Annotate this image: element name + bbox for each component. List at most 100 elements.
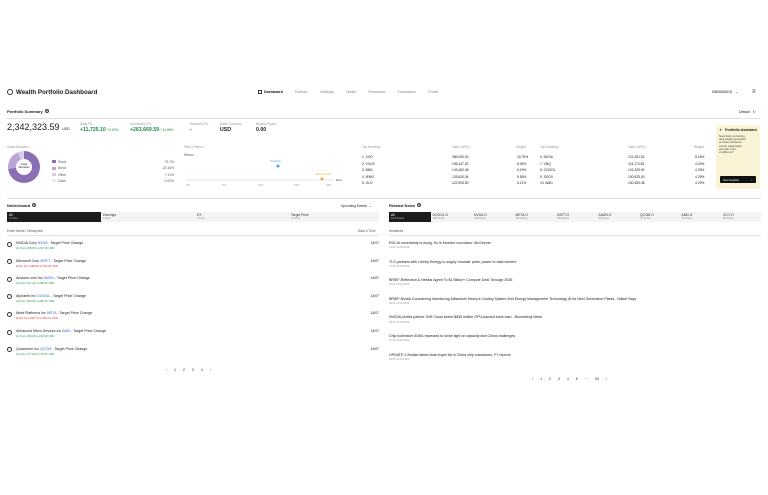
benchmark-point[interactable] bbox=[320, 177, 324, 181]
tab-ex[interactable]: EX 4 items bbox=[195, 212, 289, 222]
page-number[interactable]: 2 bbox=[183, 368, 185, 372]
user-menu[interactable]: 0583083615 ⌄ bbox=[712, 90, 738, 94]
tab-earnings[interactable]: Earnings 0 items bbox=[101, 212, 195, 222]
legend-swatch bbox=[52, 179, 56, 183]
tab-count: 58 Stories bbox=[723, 216, 734, 220]
notice-detail: Up from 208.00 to 237.16 USD bbox=[16, 246, 55, 250]
news-item[interactable]: UPDATE 2-Nvidia halves Asia buyer list i… bbox=[389, 353, 761, 361]
allocation-row: Other 7.11% bbox=[52, 173, 174, 177]
notice-ticker[interactable]: META bbox=[47, 311, 57, 315]
page-number[interactable]: 3 bbox=[192, 368, 194, 372]
nav-holdings[interactable]: Holdings bbox=[320, 90, 334, 94]
tab-count: 140 Stories bbox=[515, 216, 528, 220]
holding-value: 101,329.94 bbox=[628, 168, 645, 173]
tab-nvda-o[interactable]: NVDA.O 148 Stories bbox=[472, 212, 514, 222]
page-number[interactable]: 4 bbox=[567, 377, 569, 381]
nav-portfolio[interactable]: Portfolio bbox=[295, 90, 308, 94]
news-headline: BRIEF-Reflection & Nebius Agree To $1 Bi… bbox=[389, 278, 513, 283]
notice-item[interactable]: Qualcomm Inc QCOM - Target Price Change U… bbox=[7, 347, 379, 359]
nav-profile[interactable]: Profile bbox=[428, 90, 438, 94]
notice-ticker[interactable]: NVDA bbox=[38, 241, 48, 245]
holding-name[interactable]: 9. SGOV bbox=[540, 175, 553, 179]
nav-transaction[interactable]: Transaction bbox=[398, 90, 417, 94]
holding-name[interactable]: 3. BND bbox=[362, 168, 373, 172]
page-number[interactable]: 2 bbox=[549, 377, 551, 381]
prev-page-icon[interactable]: ‹ bbox=[166, 368, 167, 372]
notice-ticker[interactable]: GOOGL bbox=[37, 294, 50, 298]
holding-name[interactable]: 10. AMD bbox=[540, 181, 553, 185]
news-item[interactable]: ROI-AI uncertainty is rising. So is inve… bbox=[389, 241, 761, 249]
holding-name[interactable]: 2. VXUS bbox=[362, 162, 375, 166]
page-number[interactable]: 4 bbox=[201, 368, 203, 372]
notice-item[interactable]: Amazon.com Inc AMZN - Target Price Chang… bbox=[7, 276, 379, 288]
help-icon[interactable]: ? bbox=[44, 109, 49, 113]
notice-item[interactable]: Alphabet Inc GOOGL - Target Price Change… bbox=[7, 294, 379, 306]
notice-item[interactable]: Meta Platforms Inc META - Target Price C… bbox=[7, 311, 379, 323]
holding-name[interactable]: 8. GOOGL bbox=[540, 168, 556, 172]
holding-name[interactable]: 6. NVDA bbox=[540, 155, 553, 159]
holding-weight: 5.55% bbox=[517, 174, 527, 179]
news-item[interactable]: NVIDIA-Nvidia partner GMI Cloud seeks $8… bbox=[389, 315, 761, 323]
help-icon[interactable]: ? bbox=[32, 203, 37, 207]
page-number[interactable]: ··· bbox=[585, 377, 588, 381]
nav-health[interactable]: Health bbox=[346, 90, 356, 94]
noticeboard-title: Noticeboard ? bbox=[7, 203, 37, 208]
tab-target-price[interactable]: Target Price 14 items bbox=[289, 212, 379, 222]
holding-name[interactable]: 7. VNQ bbox=[540, 162, 551, 166]
holding-name[interactable]: 5. GLD bbox=[362, 181, 372, 185]
notice-item[interactable]: Microsoft Corp MSFT - Target Price Chang… bbox=[7, 259, 379, 271]
news-item[interactable]: TLS partners with Liberty Energy to supp… bbox=[389, 260, 761, 268]
tab-count: 89 Stories bbox=[598, 216, 610, 220]
risk-tick: 15% bbox=[294, 183, 300, 187]
main-nav: Dashboard Portfolio Holdings Health Reba… bbox=[258, 90, 438, 94]
notice-ticker[interactable]: MSFT bbox=[40, 259, 50, 263]
tab-qcom-o[interactable]: QCOM.O 77 Stories bbox=[638, 212, 680, 222]
holding-value: 121,351.52 bbox=[628, 155, 645, 159]
brand[interactable]: Wealth Portfolio Dashboard bbox=[7, 89, 97, 96]
tab-icct-o[interactable]: ICCT.O 58 Stories bbox=[721, 212, 761, 222]
tab-all[interactable]: All 17 items bbox=[7, 212, 101, 222]
tab-all[interactable]: All 1184 Stories bbox=[389, 212, 431, 222]
portfolio-point-label: Portfolio bbox=[270, 159, 281, 163]
tab-msft-o[interactable]: MSFT.O 140 Stories bbox=[555, 212, 597, 222]
page-number[interactable]: 5 bbox=[576, 377, 578, 381]
related-news-title-text: Related News bbox=[389, 203, 416, 208]
notice-detail: Up from 203.23 to 265.10 USD bbox=[16, 298, 55, 303]
tab-meta-o[interactable]: META.O 140 Stories bbox=[514, 212, 556, 222]
events-filter-dropdown[interactable]: Upcoming Events ⌄ bbox=[341, 204, 372, 208]
help-icon[interactable]: ? bbox=[417, 203, 422, 207]
hamburger-icon[interactable]: ≡ bbox=[752, 89, 756, 95]
prev-page-icon[interactable]: ‹ bbox=[532, 377, 533, 381]
news-item[interactable]: BRIEF-Reflection & Nebius Agree To $1 Bi… bbox=[389, 278, 761, 286]
next-page-icon[interactable]: › bbox=[606, 377, 607, 381]
page-number[interactable]: 1 bbox=[174, 368, 176, 372]
portfolio-summary-title: Portfolio Summary ? bbox=[7, 109, 49, 114]
notice-item[interactable]: NVIDIA Corp NVDA - Target Price Change Up… bbox=[7, 241, 379, 253]
refresh-icon[interactable]: ↻ bbox=[753, 110, 756, 114]
tab-googl-o[interactable]: GOOGL.O 139 Stories bbox=[431, 212, 473, 222]
allocation-value: 7.11% bbox=[164, 172, 174, 177]
page-number[interactable]: 93 bbox=[595, 377, 599, 381]
next-page-icon[interactable]: › bbox=[210, 368, 211, 372]
news-item[interactable]: BRIEF-Nvidia Considering Introducing Mit… bbox=[389, 297, 761, 305]
tab-amd-o[interactable]: AMD.O 64 Stories bbox=[680, 212, 722, 222]
notice-ticker[interactable]: QCOM bbox=[40, 347, 51, 351]
holding-name[interactable]: 4. IEMG bbox=[362, 175, 374, 179]
default-selector[interactable]: Default ↻ bbox=[739, 110, 756, 114]
tab-amzn-o[interactable]: AMZN.O 89 Stories bbox=[597, 212, 639, 222]
allocation-row: Cash 0.02% bbox=[52, 179, 174, 183]
notice-ticker[interactable]: AMZN bbox=[44, 276, 54, 280]
holdings-value-header: Value (USD) bbox=[452, 145, 470, 149]
page-number[interactable]: 1 bbox=[540, 377, 542, 381]
holding-name[interactable]: 1. VOO bbox=[362, 155, 373, 159]
base-currency: Base Currency USD bbox=[220, 122, 242, 133]
notice-item[interactable]: Advanced Micro Devices Inc AMD - Target … bbox=[7, 329, 379, 341]
page-number[interactable]: 3 bbox=[558, 377, 560, 381]
portfolio-point[interactable] bbox=[276, 164, 280, 168]
notice-ticker[interactable]: AMD bbox=[62, 329, 70, 333]
nav-dashboard[interactable]: Dashboard bbox=[258, 90, 283, 94]
allocation-value: 20.16% bbox=[162, 166, 174, 171]
news-item[interactable]: Chip toolmaker ASML expected to shine li… bbox=[389, 334, 761, 342]
nav-rebalance[interactable]: Rebalance bbox=[368, 90, 385, 94]
get-insights-button[interactable]: Get Insights → bbox=[720, 176, 756, 183]
